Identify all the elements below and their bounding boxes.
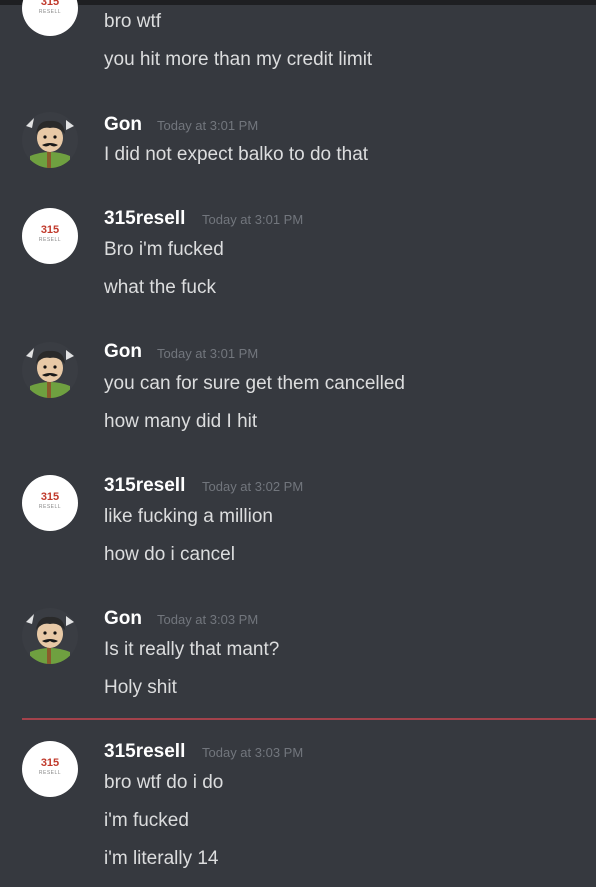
username[interactable]: Gon <box>104 114 142 136</box>
username[interactable]: Gon <box>104 608 142 630</box>
username[interactable]: 315resell <box>104 475 185 497</box>
timestamp: Today at 3:01 PM <box>157 346 259 361</box>
message-line: how do i cancel <box>104 544 235 565</box>
avatar[interactable] <box>22 112 78 168</box>
timestamp: Today at 3:03 PM <box>202 745 304 760</box>
message-line: like fucking a million <box>104 506 273 527</box>
username[interactable]: 315resell <box>104 741 185 763</box>
avatar-logo-text: 315 <box>40 0 60 8</box>
avatar-logo-subtext: RESELL <box>38 770 62 776</box>
avatar[interactable]: 315 RESELL <box>22 208 78 264</box>
avatar[interactable] <box>22 342 78 398</box>
message-line: Holy shit <box>104 677 177 698</box>
gon-character-icon <box>22 112 78 168</box>
avatar-logo-text: 315 <box>40 224 60 236</box>
timestamp: Today at 3:01 PM <box>157 118 259 133</box>
avatar[interactable]: 315 RESELL <box>22 475 78 531</box>
message-line: I did not expect balko to do that <box>104 144 369 165</box>
timestamp: Today at 3:01 PM <box>202 212 304 227</box>
message-line: you hit more than my credit limit <box>104 49 373 70</box>
message-line: Bro i'm fucked <box>104 239 224 260</box>
gon-character-icon <box>22 608 78 664</box>
message-line: what the fuck <box>104 277 216 298</box>
avatar-logo-text: 315 <box>40 757 60 769</box>
avatar[interactable]: 315 RESELL <box>22 741 78 797</box>
message-line: how many did I hit <box>104 411 258 432</box>
avatar-logo-subtext: RESELL <box>38 9 62 15</box>
avatar-logo-subtext: RESELL <box>38 237 62 243</box>
message-line: i'm literally 14 <box>104 848 219 869</box>
avatar-logo-subtext: RESELL <box>38 504 62 510</box>
message-line: Is it really that mant? <box>104 639 280 660</box>
message-line: i'm fucked <box>104 810 189 831</box>
avatar[interactable] <box>22 608 78 664</box>
username[interactable]: Gon <box>104 341 142 363</box>
timestamp: Today at 3:03 PM <box>157 612 259 627</box>
gon-character-icon <box>22 342 78 398</box>
timestamp: Today at 3:02 PM <box>202 479 304 494</box>
avatar[interactable]: 315 RESELL <box>22 0 78 36</box>
message-line: you can for sure get them cancelled <box>104 373 406 394</box>
message-line: bro wtf do i do <box>104 772 224 793</box>
avatar-logo-text: 315 <box>40 491 60 503</box>
message-line: bro wtf <box>104 11 162 32</box>
window-top-edge <box>0 0 596 5</box>
username[interactable]: 315resell <box>104 208 185 230</box>
new-messages-divider <box>22 718 596 720</box>
